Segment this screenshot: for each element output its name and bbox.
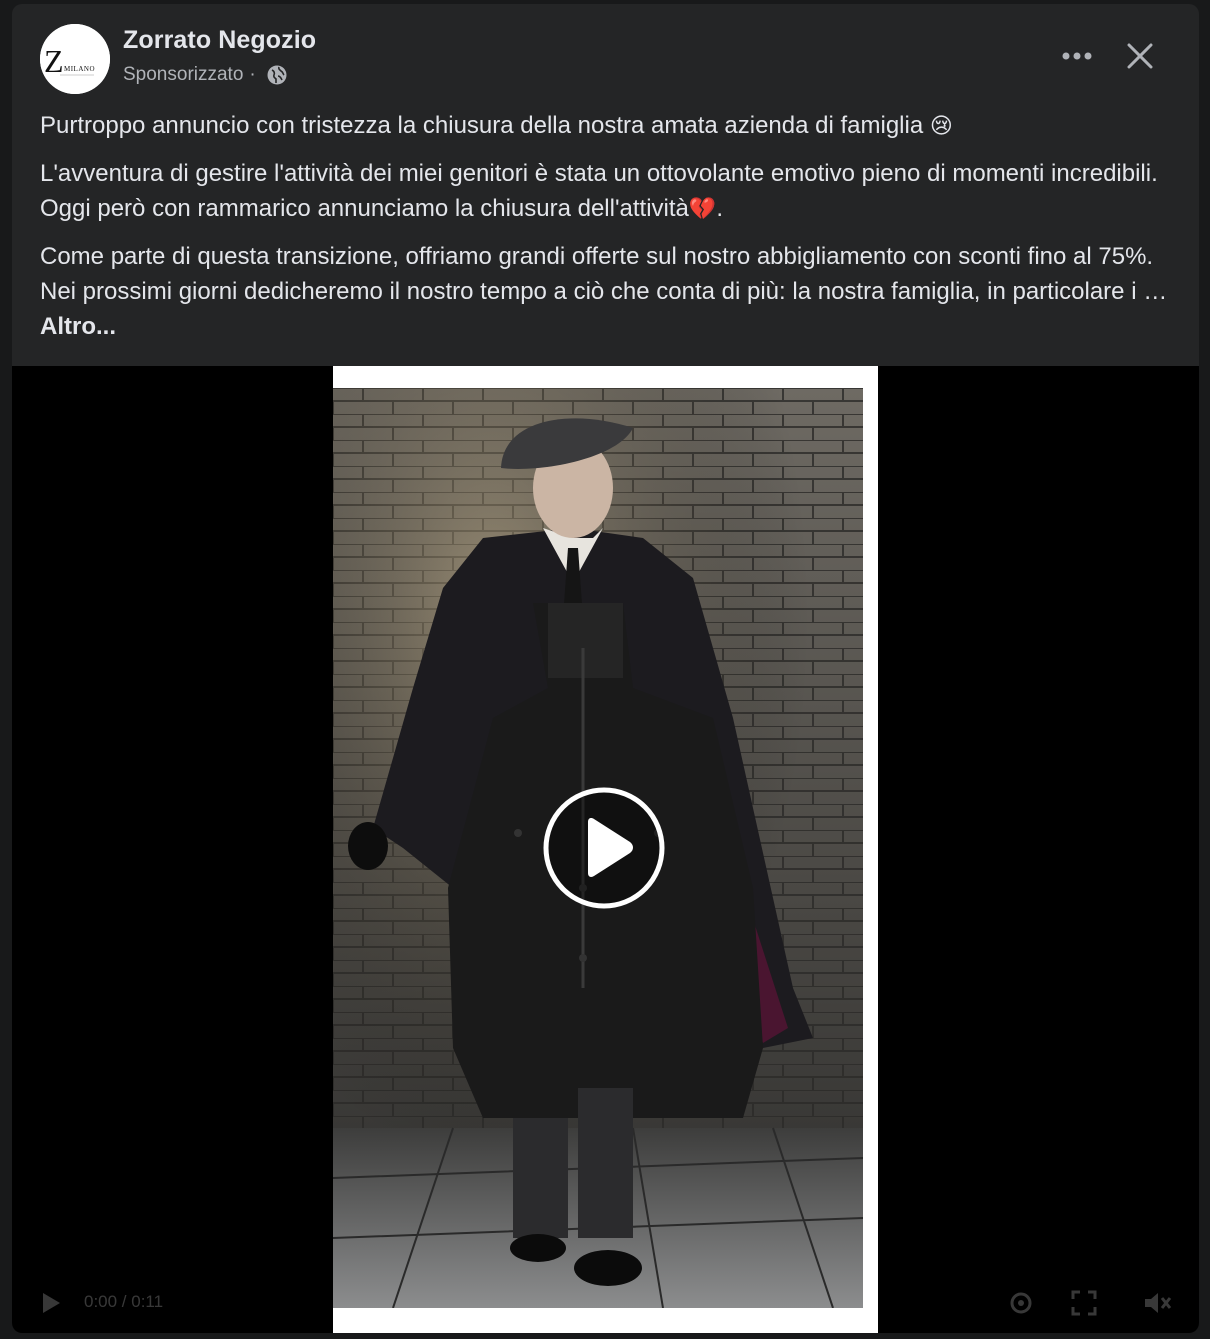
sponsored-label[interactable]: Sponsorizzato — [123, 64, 243, 86]
meta-separator: · — [249, 64, 256, 85]
video-player[interactable]: 0:00 / 0:11 — [12, 366, 1199, 1333]
post-paragraph-3: Come parte di questa transizione, offria… — [40, 239, 1185, 344]
svg-text:MILANO: MILANO — [64, 65, 95, 73]
play-small-icon[interactable] — [40, 1291, 62, 1320]
fullscreen-icon[interactable] — [1070, 1289, 1098, 1322]
svg-text:Z: Z — [44, 43, 64, 79]
paragraph-text: Purtroppo annuncio con tristezza la chiu… — [40, 112, 924, 139]
crying-emoji-icon: 😢 — [929, 114, 953, 139]
close-icon[interactable] — [1118, 34, 1162, 78]
post-meta: Sponsorizzato · — [123, 64, 288, 86]
mute-icon[interactable] — [1142, 1289, 1172, 1322]
video-time: 0:00 / 0:11 — [84, 1292, 164, 1311]
paragraph-text: L'avventura di gestire l'attività dei mi… — [40, 160, 1158, 222]
broken-heart-emoji-icon: 💔 — [688, 197, 717, 222]
post-paragraph-2: L'avventura di gestire l'attività dei mi… — [40, 156, 1185, 227]
post-header: Z MILANO Zorrato Negozio Sponsorizzato · — [12, 4, 1199, 104]
post-paragraph-1: Purtroppo annuncio con tristezza la chiu… — [40, 108, 1185, 144]
page-name-link[interactable]: Zorrato Negozio — [123, 26, 316, 55]
video-controls: 0:00 / 0:11 — [12, 1283, 1199, 1323]
video-frame — [333, 366, 878, 1333]
post-body-text: Purtroppo annuncio con tristezza la chiu… — [40, 108, 1185, 356]
more-options-icon[interactable] — [1052, 38, 1102, 74]
sponsored-post-card: Z MILANO Zorrato Negozio Sponsorizzato · — [12, 4, 1199, 1333]
settings-icon[interactable] — [1007, 1289, 1035, 1322]
page-avatar[interactable]: Z MILANO — [40, 24, 110, 94]
paragraph-end: . — [716, 195, 723, 222]
paragraph-text: Come parte di questa transizione, offria… — [40, 243, 1168, 305]
globe-icon — [266, 64, 288, 86]
see-more-link[interactable]: Altro... — [40, 313, 116, 340]
brand-logo: Z MILANO — [40, 24, 110, 94]
play-icon[interactable] — [542, 786, 666, 910]
